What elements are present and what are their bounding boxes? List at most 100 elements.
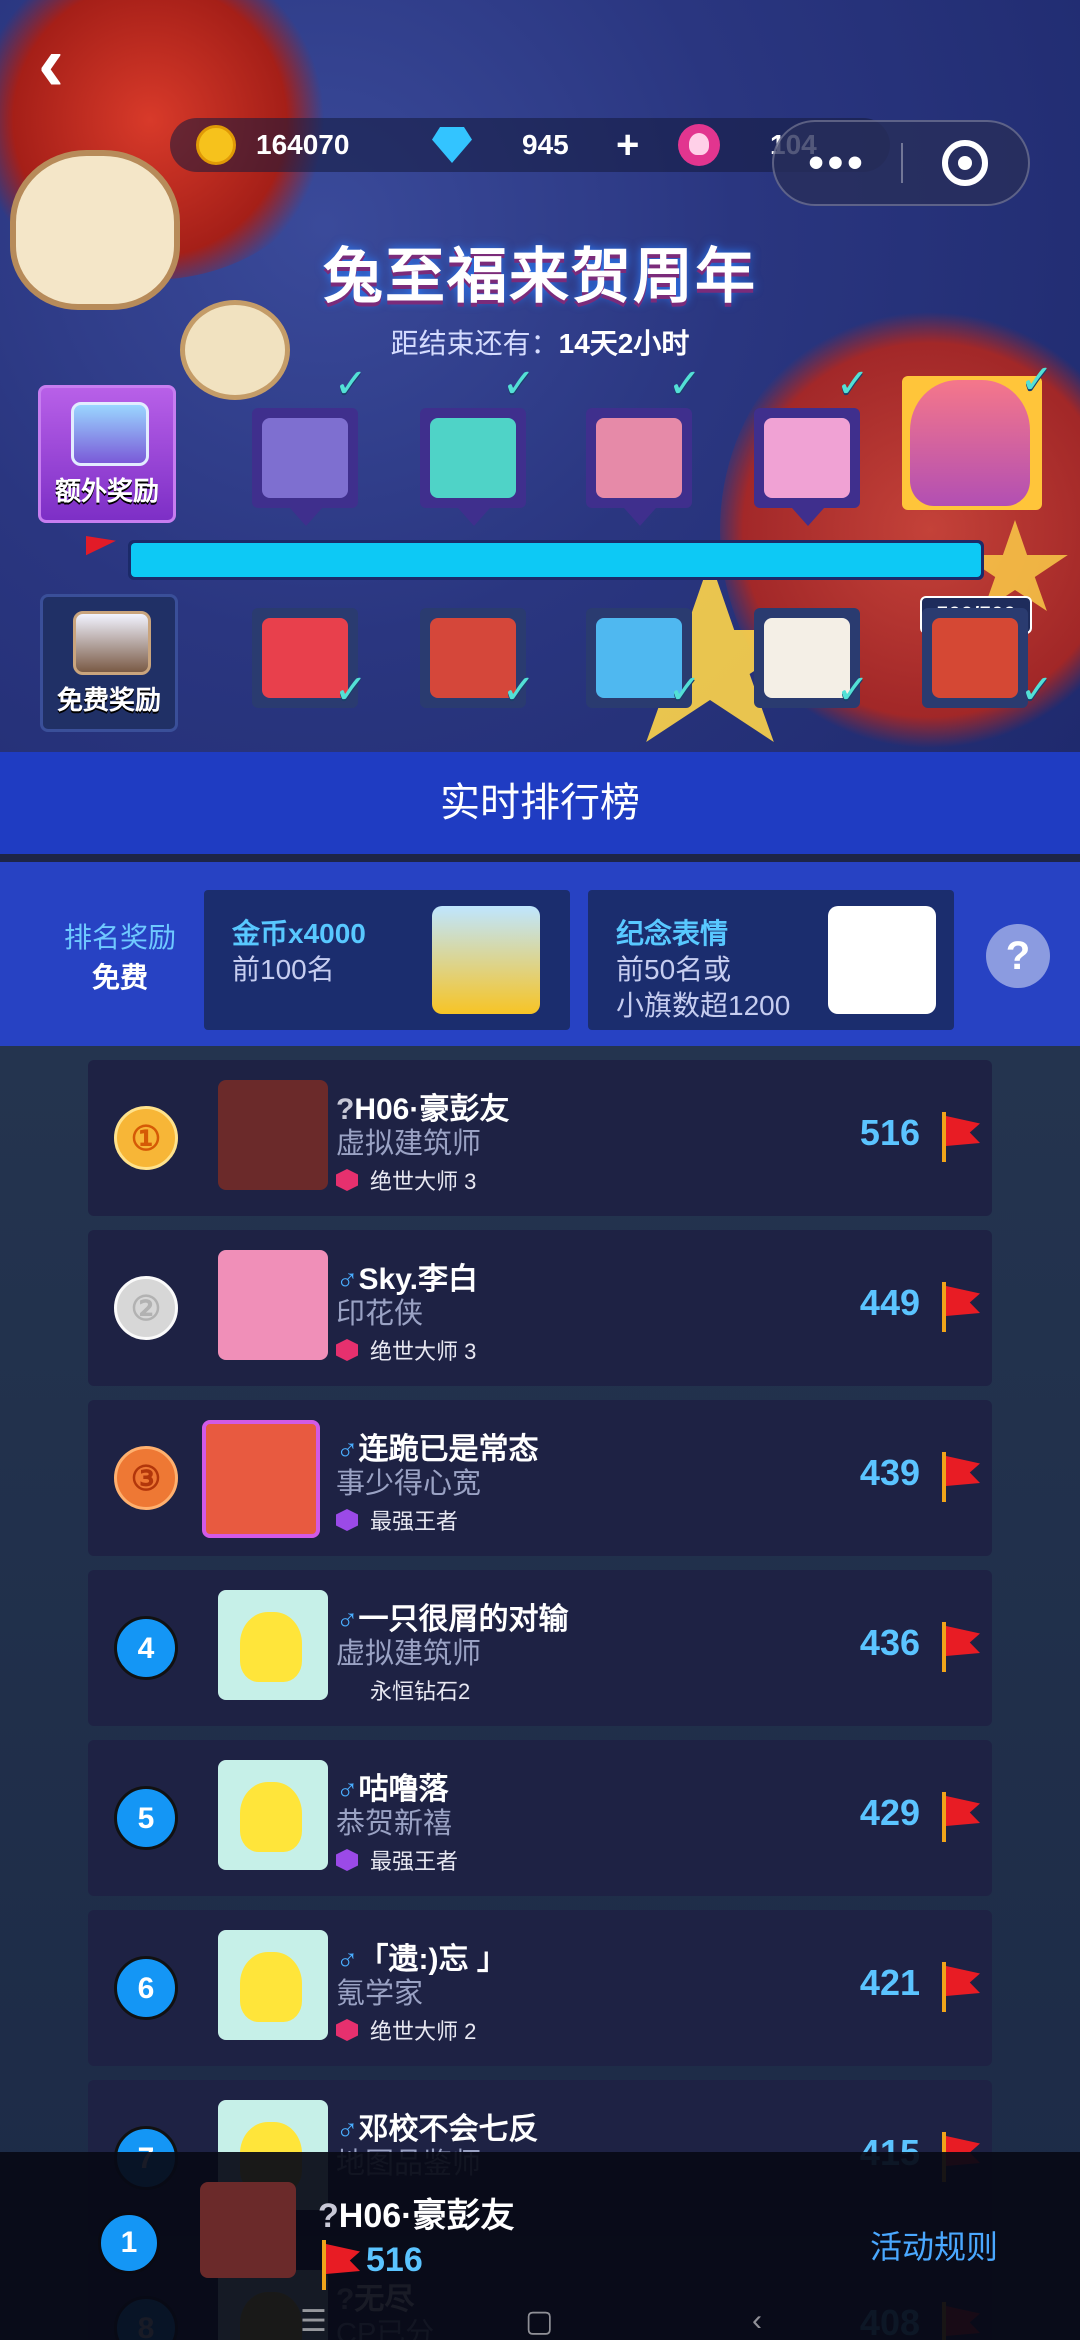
lotus-icon (678, 124, 720, 166)
rank-badge: ① (114, 1106, 178, 1170)
event-title: 兔至福来贺周年 (323, 243, 757, 310)
sticker-icon (828, 906, 936, 1014)
treasure-chest-icon (71, 402, 149, 466)
red-flag-icon (318, 2240, 360, 2290)
system-nav-bar: ☰ ▢ ‹ (0, 2300, 1080, 2340)
extra-reward-tile[interactable] (420, 408, 526, 526)
back-button[interactable]: ‹ (38, 24, 108, 106)
reward-card-sticker[interactable]: 纪念表情 前50名或 小旗数超1200 (588, 890, 954, 1030)
rank-badge: 5 (114, 1786, 178, 1850)
extra-reward-tile[interactable] (754, 408, 860, 526)
player-tier: 绝世大师 3 (336, 1164, 476, 1196)
mini-program-capsule: ••• (772, 120, 1030, 206)
player-title: 恭贺新禧 (336, 1808, 453, 1840)
extra-reward-chest[interactable]: 额外奖励 (38, 385, 176, 523)
player-title: 虚拟建筑师 (336, 1128, 482, 1160)
target-close-icon (942, 140, 989, 186)
player-score: 421 (859, 1962, 920, 2003)
check-icon: ✓ (334, 668, 368, 712)
leaderboard-row[interactable]: 5 ♂咕噜落 恭贺新禧 最强王者 429 (88, 1740, 992, 1896)
coin-icon (196, 125, 236, 165)
rank-badge: 4 (114, 1616, 178, 1680)
check-icon: ✓ (668, 668, 702, 712)
reward-art (932, 618, 1018, 698)
leaderboard-list[interactable]: ① ?H06·豪彭友 虚拟建筑师 绝世大师 3 516 ② ♂Sky.李白 印花侠 绝世大师 3… (0, 1046, 1080, 2340)
check-icon: ✓ (1020, 668, 1054, 712)
player-title: 氪学家 (336, 1978, 424, 2010)
progress-bar (128, 540, 984, 580)
player-avatar[interactable] (202, 1420, 320, 1538)
red-flag-icon (938, 1452, 980, 1502)
reward-art (596, 418, 682, 498)
my-name: ?H06·豪彭友 (318, 2197, 515, 2235)
player-avatar[interactable] (218, 1080, 328, 1190)
countdown: 距结束还有：14天2小时 (390, 328, 690, 359)
player-tier: 最强王者 (336, 1844, 458, 1876)
coin-chest-icon (432, 906, 540, 1014)
player-avatar[interactable] (218, 1250, 328, 1360)
my-rank-badge: 1 (98, 2212, 160, 2274)
progress-fill (131, 543, 981, 577)
progress-flag-icon (86, 536, 116, 556)
leaderboard-row[interactable]: ② ♂Sky.李白 印花侠 绝世大师 3 449 (88, 1230, 992, 1386)
back-nav-icon[interactable]: ‹ (752, 2304, 762, 2338)
close-program-button[interactable] (903, 140, 1028, 186)
check-icon: ✓ (502, 362, 536, 406)
treasure-chest-icon (73, 611, 151, 675)
check-icon: ✓ (668, 362, 702, 406)
more-menu-button[interactable]: ••• (774, 141, 901, 185)
player-score: 439 (859, 1452, 920, 1493)
red-flag-icon (938, 1112, 980, 1162)
player-score: 449 (859, 1282, 920, 1323)
help-button[interactable]: ? (986, 924, 1050, 988)
player-tier: 最强王者 (336, 1504, 458, 1536)
leaderboard-title: 实时排行榜 (0, 752, 1080, 854)
red-flag-icon (938, 1282, 980, 1332)
rank-badge: 6 (114, 1956, 178, 2020)
activity-rules-link[interactable]: 活动规则 (870, 2222, 998, 2268)
player-tier: 永恒钻石2 (336, 1674, 470, 1706)
player-avatar[interactable] (218, 1590, 328, 1700)
reward-art (430, 418, 516, 498)
reward-art (764, 418, 850, 498)
leaderboard-row[interactable]: 6 ♂「遗:)忘 」氪学家 绝世大师 2 421 (88, 1910, 992, 2066)
rank-badge: ② (114, 1276, 178, 1340)
player-title: 印花侠 (336, 1298, 424, 1330)
free-reward-tile[interactable] (922, 608, 1028, 708)
check-icon: ✓ (1020, 358, 1054, 402)
player-score: 429 (859, 1792, 920, 1833)
player-title: 事少得心宽 (336, 1468, 482, 1500)
player-avatar[interactable] (218, 1760, 328, 1870)
home-nav-icon[interactable]: ▢ (525, 2304, 553, 2339)
grand-prize-art (910, 380, 1030, 506)
leaderboard-row[interactable]: ① ?H06·豪彭友 虚拟建筑师 绝世大师 3 516 (88, 1060, 992, 1216)
diamond-balance: 945 (432, 118, 569, 172)
player-avatar[interactable] (218, 1930, 328, 2040)
diamond-icon (432, 127, 472, 163)
player-tier: 绝世大师 3 (336, 1334, 476, 1366)
tier-gem-icon (336, 2019, 358, 2041)
tier-gem-icon (336, 1169, 358, 1191)
player-tier: 绝世大师 2 (336, 2014, 476, 2046)
extra-reward-tile[interactable] (586, 408, 692, 526)
leaderboard-row[interactable]: 4 ♂一只很屑的对输 虚拟建筑师 永恒钻石2 436 (88, 1570, 992, 1726)
menu-nav-icon[interactable]: ☰ (300, 2304, 327, 2339)
player-score: 516 (859, 1112, 920, 1153)
free-reward-chest[interactable]: 免费奖励 (40, 594, 178, 732)
coin-balance: 164070 (196, 118, 349, 172)
rank-reward-label: 排名奖励 免费 (63, 922, 176, 993)
check-icon: ✓ (334, 362, 368, 406)
add-currency-button[interactable]: + (616, 118, 639, 172)
red-flag-icon (938, 1962, 980, 2012)
my-avatar[interactable] (200, 2182, 296, 2278)
tier-gem-icon (336, 1849, 358, 1871)
leaderboard-row[interactable]: ③ ♂连跪已是常态 事少得心宽 最强王者 439 (88, 1400, 992, 1556)
rank-rewards-panel: 排名奖励 免费 金币x4000 前100名 纪念表情 前50名或 小旗数超1200… (0, 862, 1080, 1046)
rank-badge: ③ (114, 1446, 178, 1510)
extra-reward-tile[interactable] (252, 408, 358, 526)
reward-card-coins[interactable]: 金币x4000 前100名 (204, 890, 570, 1030)
tier-gem-icon (336, 1339, 358, 1361)
check-icon: ✓ (836, 362, 870, 406)
chevron-left-icon: ‹ (38, 19, 64, 107)
red-flag-icon (938, 1622, 980, 1672)
